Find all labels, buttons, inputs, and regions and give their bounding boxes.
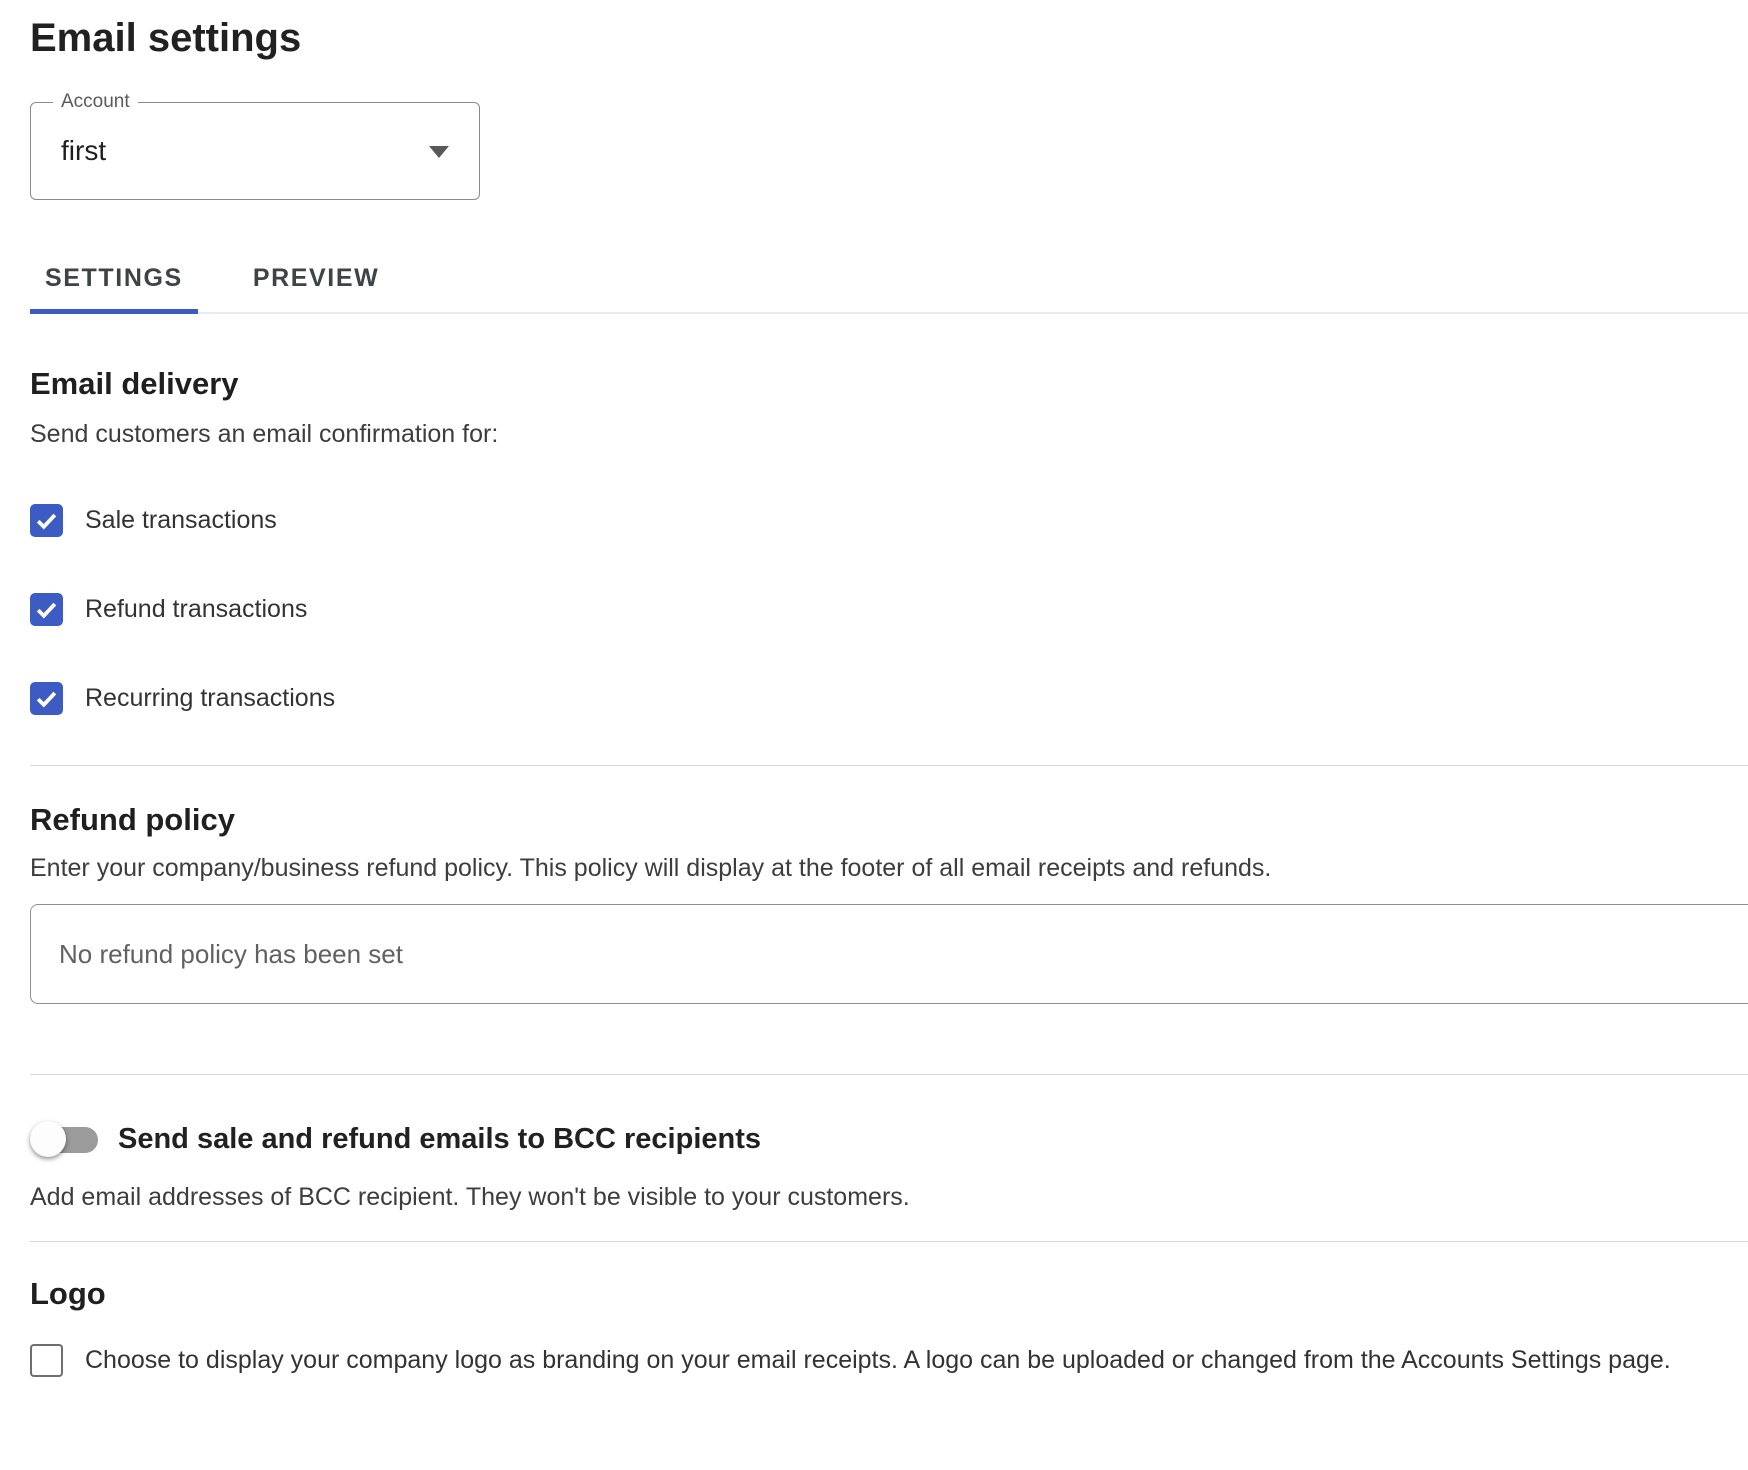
tab-preview[interactable]: PREVIEW — [238, 248, 395, 314]
section-divider — [30, 1074, 1748, 1075]
refund-policy-input[interactable]: No refund policy has been set — [30, 904, 1748, 1004]
email-delivery-description: Send customers an email confirmation for… — [30, 418, 1748, 450]
sale-transactions-row: Sale transactions — [30, 504, 1748, 537]
email-delivery-heading: Email delivery — [30, 364, 1748, 404]
recurring-transactions-row: Recurring transactions — [30, 682, 1748, 715]
section-divider — [30, 765, 1748, 766]
tab-settings[interactable]: SETTINGS — [30, 248, 198, 314]
checkmark-icon — [33, 507, 60, 534]
account-select-label: Account — [53, 90, 138, 114]
bcc-description: Add email addresses of BCC recipient. Th… — [30, 1181, 1748, 1213]
refund-transactions-row: Refund transactions — [30, 593, 1748, 626]
checkmark-icon — [33, 685, 60, 712]
account-select[interactable]: Account first — [30, 102, 480, 200]
logo-heading: Logo — [30, 1274, 1748, 1314]
toggle-thumb — [30, 1121, 66, 1157]
email-settings-page: Email settings Account first SETTINGS PR… — [0, 0, 1748, 1470]
sale-transactions-label: Sale transactions — [85, 506, 277, 535]
page-title: Email settings — [30, 14, 1748, 62]
logo-checkbox[interactable] — [30, 1344, 63, 1377]
checkmark-icon — [33, 596, 60, 623]
refund-policy-description: Enter your company/business refund polic… — [30, 852, 1748, 884]
refund-transactions-checkbox[interactable] — [30, 593, 63, 626]
chevron-down-icon — [429, 146, 449, 158]
bcc-toggle[interactable] — [30, 1119, 98, 1159]
bcc-toggle-label: Send sale and refund emails to BCC recip… — [118, 1123, 761, 1156]
logo-checkbox-label: Choose to display your company logo as b… — [85, 1346, 1671, 1375]
account-select-value: first — [61, 135, 106, 167]
recurring-transactions-label: Recurring transactions — [85, 684, 335, 713]
logo-checkbox-row: Choose to display your company logo as b… — [30, 1344, 1748, 1377]
sale-transactions-checkbox[interactable] — [30, 504, 63, 537]
section-divider — [30, 1241, 1748, 1242]
refund-policy-heading: Refund policy — [30, 800, 1748, 840]
refund-transactions-label: Refund transactions — [85, 595, 307, 624]
bcc-toggle-row: Send sale and refund emails to BCC recip… — [30, 1119, 1748, 1159]
tabbar: SETTINGS PREVIEW — [30, 248, 1748, 314]
recurring-transactions-checkbox[interactable] — [30, 682, 63, 715]
